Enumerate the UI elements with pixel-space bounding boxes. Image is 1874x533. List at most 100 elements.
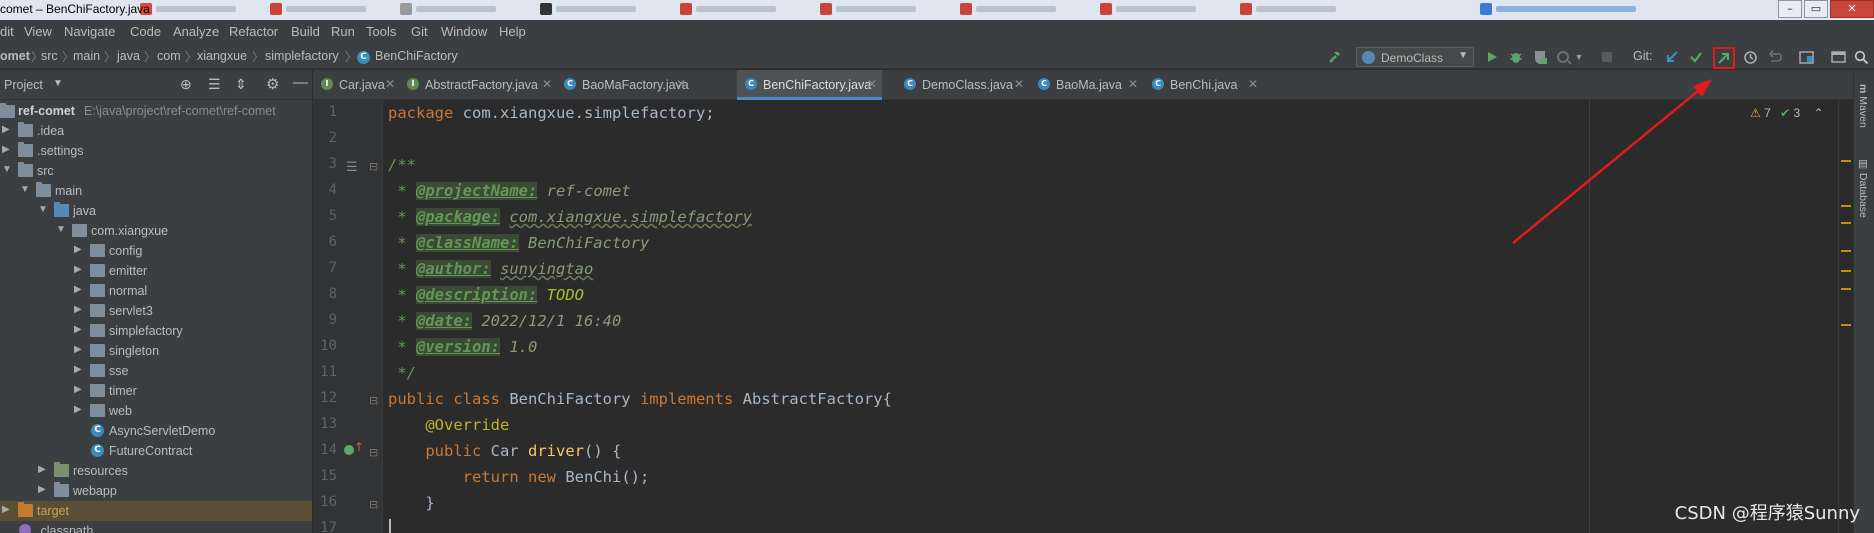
chevron-down-icon[interactable]: ▼ (53, 78, 63, 89)
menu-git[interactable]: Git (411, 24, 428, 39)
chevron-right-icon[interactable]: ▶ (74, 364, 82, 375)
tab-benchifactory-java[interactable]: C BenChiFactory.java ✕ (737, 70, 882, 100)
tree-item-sse[interactable]: ▶ sse (0, 361, 312, 381)
database-tool-button[interactable]: ▤ Database (1857, 158, 1869, 218)
close-tab-icon[interactable]: ✕ (867, 77, 877, 91)
breadcrumb-com[interactable]: com (157, 49, 181, 63)
breadcrumb-java[interactable]: java (117, 49, 140, 63)
tree-item-timer[interactable]: ▶ timer (0, 381, 312, 401)
search-icon[interactable] (1852, 48, 1870, 66)
breadcrumb-benchifactory[interactable]: BenChiFactory (375, 49, 458, 63)
tree-item-emitter[interactable]: ▶ emitter (0, 261, 312, 281)
maven-tool-button[interactable]: m Maven (1857, 84, 1869, 128)
close-tab-icon[interactable]: ✕ (1014, 77, 1024, 91)
warning-mark[interactable] (1841, 270, 1851, 272)
project-view-title[interactable]: Project (4, 78, 43, 92)
expand-collapse-icon[interactable]: ⇕ (235, 76, 247, 93)
doc-render-icon[interactable]: ☰ (346, 160, 358, 175)
git-commit-check-icon[interactable] (1687, 48, 1705, 66)
tree-item-com-xiangxue[interactable]: ▼ com.xiangxue (0, 221, 312, 241)
chevron-right-icon[interactable]: ▶ (38, 484, 46, 495)
menu-tools[interactable]: Tools (366, 24, 396, 39)
warning-mark[interactable] (1841, 222, 1851, 224)
chevron-right-icon[interactable]: ▶ (74, 284, 82, 295)
fold-icon[interactable]: ⊟ (369, 394, 378, 407)
chevron-right-icon[interactable]: ▶ (74, 384, 82, 395)
coverage-icon[interactable] (1531, 48, 1549, 66)
warning-mark[interactable] (1841, 205, 1851, 207)
rollback-icon[interactable] (1766, 48, 1784, 66)
more-run-options-icon[interactable]: ▼ (1573, 48, 1585, 66)
tab-democlass-java[interactable]: C DemoClass.java ✕ (896, 70, 1030, 100)
breadcrumb-project[interactable]: omet (0, 49, 30, 63)
run-configuration-select[interactable]: DemoClass ▼ (1356, 47, 1474, 67)
tab-abstractfactory-java[interactable]: I AbstractFactory.java ✕ (399, 70, 556, 100)
breadcrumb-xiangxue[interactable]: xiangxue (197, 49, 247, 63)
chevron-down-icon[interactable]: ▼ (20, 184, 30, 195)
locate-target-icon[interactable]: ⊕ (180, 76, 192, 93)
profiler-icon[interactable] (1555, 48, 1573, 66)
menu-analyze[interactable]: Analyze (173, 24, 219, 39)
menu-navigate[interactable]: Navigate (64, 24, 115, 39)
chevron-right-icon[interactable]: ▶ (38, 464, 46, 475)
close-tab-icon[interactable]: ✕ (385, 77, 395, 91)
fold-icon[interactable]: ⊟ (369, 160, 378, 173)
project-structure-icon[interactable] (1797, 48, 1815, 66)
tree-item-web[interactable]: ▶ web (0, 401, 312, 421)
chevron-right-icon[interactable]: ▶ (2, 144, 10, 155)
chevron-down-icon[interactable]: ▼ (2, 164, 12, 175)
warning-mark[interactable] (1841, 324, 1851, 326)
breadcrumb-main[interactable]: main (73, 49, 100, 63)
chevron-right-icon[interactable]: ▶ (2, 124, 10, 135)
tree-item-webapp[interactable]: ▶ webapp (0, 481, 312, 501)
menu-run[interactable]: Run (331, 24, 355, 39)
run-icon[interactable] (1483, 48, 1501, 66)
close-tab-icon[interactable]: ✕ (542, 77, 552, 91)
breadcrumb-simplefactory[interactable]: simplefactory (265, 49, 339, 63)
close-tab-icon[interactable]: ✕ (1248, 77, 1258, 91)
menu-view[interactable]: View (24, 24, 52, 39)
chevron-down-icon[interactable]: ▼ (38, 204, 48, 215)
menu-help[interactable]: Help (499, 24, 526, 39)
tree-item-target[interactable]: ▶ target (0, 501, 312, 521)
maximize-button[interactable]: ▭ (1804, 0, 1828, 18)
breadcrumb-src[interactable]: src (41, 49, 58, 63)
error-stripe[interactable] (1838, 100, 1852, 533)
tree-item-settings[interactable]: ▶ .settings (0, 141, 312, 161)
close-tab-icon[interactable]: ✕ (1128, 77, 1138, 91)
tree-root-row[interactable]: ▼ ref-comet E:\java\project\ref-comet\re… (0, 101, 312, 121)
chevron-right-icon[interactable]: ▶ (74, 304, 82, 315)
tree-item-futurecontract[interactable]: C FutureContract (0, 441, 312, 461)
collapse-all-icon[interactable]: ☰ (208, 76, 221, 93)
tab-baoma-java[interactable]: C BaoMa.java ✕ (1030, 70, 1144, 100)
tree-item-resources[interactable]: ▶ resources (0, 461, 312, 481)
presentation-icon[interactable] (1829, 48, 1847, 66)
menu-edit[interactable]: dit (0, 24, 14, 39)
tree-item-config[interactable]: ▶ config (0, 241, 312, 261)
tab-benchi-java[interactable]: C BenChi.java ✕ (1144, 70, 1264, 100)
chevron-right-icon[interactable]: ▶ (2, 504, 10, 515)
menu-refactor[interactable]: Refactor (229, 24, 278, 39)
chevron-right-icon[interactable]: ▶ (74, 404, 82, 415)
chevron-right-icon[interactable]: ▶ (74, 344, 82, 355)
tree-item-main[interactable]: ▼ main (0, 181, 312, 201)
debug-bug-icon[interactable] (1507, 48, 1525, 66)
chevron-right-icon[interactable]: ▶ (74, 244, 82, 255)
menu-build[interactable]: Build (291, 24, 320, 39)
build-hammer-icon[interactable] (1326, 48, 1344, 66)
menu-window[interactable]: Window (441, 24, 487, 39)
hide-panel-icon[interactable]: — (293, 74, 308, 91)
warning-mark[interactable] (1841, 160, 1851, 162)
tree-item-servlet3[interactable]: ▶ servlet3 (0, 301, 312, 321)
tree-item-asyncservletdemo[interactable]: C AsyncServletDemo (0, 421, 312, 441)
tree-item-classpath[interactable]: .classpath (0, 521, 312, 533)
gear-icon[interactable]: ⚙ (266, 75, 279, 93)
fold-icon[interactable]: ⊟ (369, 446, 378, 459)
warning-mark[interactable] (1841, 288, 1851, 290)
minimize-button[interactable]: – (1778, 0, 1802, 18)
chevron-right-icon[interactable]: ▶ (74, 324, 82, 335)
stop-icon[interactable] (1598, 48, 1616, 66)
chevron-up-icon[interactable]: ⌃ (1814, 106, 1824, 120)
tree-item-idea[interactable]: ▶ .idea (0, 121, 312, 141)
tree-item-normal[interactable]: ▶ normal (0, 281, 312, 301)
